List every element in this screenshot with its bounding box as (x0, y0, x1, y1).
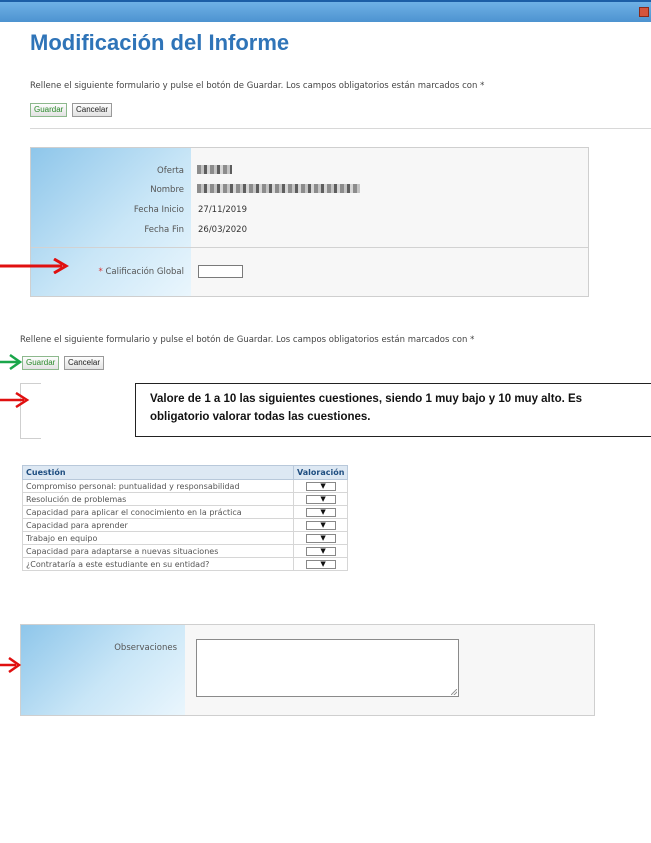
rating-dropdown[interactable]: ▼ (305, 481, 336, 491)
resize-grip-icon[interactable] (451, 689, 457, 695)
calificacion-label-text: Calificación Global (105, 267, 184, 277)
panel-row-separator (31, 247, 588, 248)
table-row: Trabajo en equipo ▼ (22, 531, 349, 545)
question-text: Capacidad para adaptarse a nuevas situac… (22, 544, 294, 558)
question-text: Capacidad para aprender (22, 518, 294, 532)
calificacion-global-label: * Calificación Global (99, 267, 185, 277)
divider (30, 128, 651, 129)
table-row: Resolución de problemas ▼ (22, 492, 349, 506)
red-arrow-icon-2 (0, 392, 30, 408)
question-text: Trabajo en equipo (22, 531, 294, 545)
cancel-button[interactable]: Cancelar (72, 103, 113, 117)
calificacion-global-input[interactable] (198, 265, 243, 278)
rating-dropdown[interactable]: ▼ (305, 559, 336, 569)
table-row: Capacidad para aplicar el conocimiento e… (22, 505, 349, 519)
page-title: Modificación del Informe (30, 30, 290, 55)
table-row: ¿Contrataría a este estudiante en su ent… (22, 557, 349, 571)
green-arrow-icon (0, 354, 23, 370)
nombre-label: Nombre (150, 185, 184, 195)
rating-dropdown[interactable]: ▼ (305, 507, 336, 517)
rating-dropdown[interactable]: ▼ (305, 494, 336, 504)
rating-dropdown[interactable]: ▼ (305, 533, 336, 543)
oferta-value-redacted (197, 165, 232, 174)
red-arrow-icon-3 (0, 657, 22, 673)
fecha-fin-label: Fecha Fin (144, 225, 184, 235)
nombre-value-redacted (197, 184, 360, 193)
question-text: ¿Contrataría a este estudiante en su ent… (22, 557, 294, 571)
save-button[interactable]: Guardar (30, 103, 68, 117)
close-icon[interactable] (639, 7, 649, 17)
rating-dropdown[interactable]: ▼ (305, 520, 336, 530)
rating-dropdown[interactable]: ▼ (305, 546, 336, 556)
fecha-fin-value: 26/03/2020 (198, 225, 247, 235)
question-text: Capacidad para aplicar el conocimiento e… (22, 505, 294, 519)
window-top-bar (0, 0, 651, 22)
table-row: Compromiso personal: puntualidad y respo… (22, 479, 349, 493)
save-button-2[interactable]: Guardar (22, 356, 60, 370)
oferta-label: Oferta (157, 166, 184, 176)
form-instructions-2: Rellene el siguiente formulario y pulse … (20, 335, 475, 345)
cancel-button-2[interactable]: Cancelar (64, 356, 105, 370)
header-question: Cuestión (22, 465, 294, 480)
panel-content (191, 148, 588, 296)
required-mark: * (98, 267, 103, 277)
questions-table: Cuestión Valoración Compromiso personal:… (22, 465, 349, 571)
fecha-inicio-value: 27/11/2019 (198, 205, 247, 215)
fecha-inicio-label: Fecha Inicio (133, 205, 184, 215)
table-row: Capacidad para aprender ▼ (22, 518, 349, 532)
header-rating: Valoración (292, 465, 349, 480)
observaciones-textarea[interactable] (196, 639, 459, 697)
question-text: Resolución de problemas (22, 492, 294, 506)
form-instructions: Rellene el siguiente formulario y pulse … (30, 81, 485, 91)
evaluation-note: Valore de 1 a 10 las siguientes cuestion… (135, 383, 651, 437)
observaciones-label: Observaciones (114, 643, 177, 653)
panel-side-gradient (21, 625, 185, 715)
table-row: Capacidad para adaptarse a nuevas situac… (22, 544, 349, 558)
red-arrow-icon (0, 258, 69, 274)
table-header-row: Cuestión Valoración (22, 465, 349, 480)
question-text: Compromiso personal: puntualidad y respo… (22, 479, 294, 493)
